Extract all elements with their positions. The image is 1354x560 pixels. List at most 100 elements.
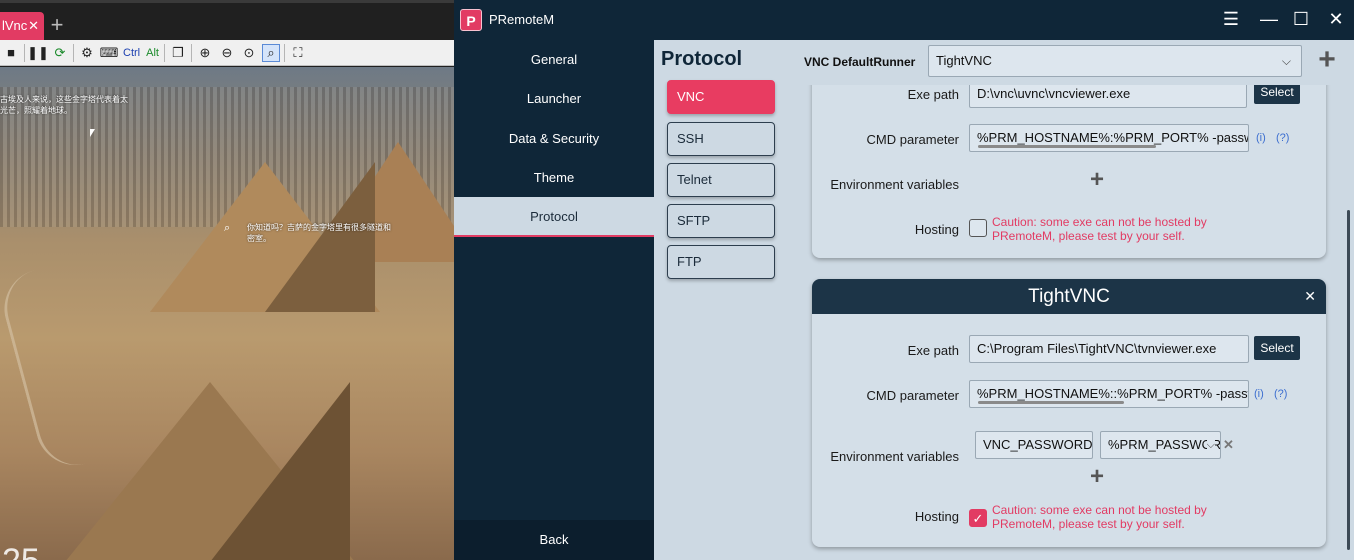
toolbar-divider [163,43,165,62]
chevron-down-icon: ⌵ [1281,54,1291,68]
options-icon[interactable]: ■ [2,44,20,62]
environment-variables-label: Environment variables [830,177,959,192]
protocol-title: Protocol [661,48,743,70]
settings-nav: General Launcher Data & Security Theme P… [454,40,654,560]
remove-env-variable-icon[interactable]: ✕ [1223,437,1234,453]
zoom-in-icon[interactable]: ⊕ [196,44,214,62]
environment-variables-label: Environment variables [830,449,959,464]
desktop-caption-1-line1: 古埃及人来说，这些金字塔代表着太 [0,95,128,104]
premotem-window: P PRemoteM ☰ — ☐ ✕ General Launcher Data… [454,0,1354,560]
select-exe-button[interactable]: Select [1254,336,1300,360]
clipboard-icon[interactable]: ❐ [169,44,187,62]
desktop-caption-2-line1: 你知道吗？吉萨的金字塔里有很多隧道和 [247,223,391,232]
refresh-icon[interactable]: ⟳ [51,44,69,62]
ctrl-key-button[interactable]: Ctrl [122,44,141,62]
desktop-caption-2-line2: 密室。 [247,234,271,243]
protocol-vnc-button[interactable]: VNC [667,80,775,114]
default-runner-select[interactable]: TightVNC ⌵ [928,45,1302,77]
remote-desktop-view[interactable]: 古埃及人来说，这些金字塔代表着太 光芒，照耀着地球。 ⌕ 你知道吗？吉萨的金字塔… [0,67,454,560]
screen: lVnc ✕ + ■ ❚❚ ⟳ ⚙ ⌨ Ctrl Alt ❐ ⊕ ⊖ ⊙ ⌕ ⛶ [0,0,1354,560]
exe-path-field[interactable]: C:\Program Files\TightVNC\tvnviewer.exe [969,335,1249,363]
zoom-out-icon[interactable]: ⊖ [218,44,236,62]
back-button[interactable]: Back [454,520,654,560]
hosting-label: Hosting [914,509,959,524]
desktop-caption-2: 你知道吗？吉萨的金字塔里有很多隧道和 密室。 [247,222,391,244]
close-icon[interactable]: ✕ [1325,8,1347,30]
vnc-tab-label: lVnc [2,18,28,33]
maximize-icon[interactable]: ☐ [1290,8,1312,30]
runner-name: TightVNC [1028,286,1110,307]
env-value: %PRM_PASSWORD% [1108,437,1221,452]
mouse-cursor-icon [90,129,95,137]
cmd-parameter-value: %PRM_HOSTNAME%::%PRM_PORT% -password [977,386,1249,401]
pause-icon[interactable]: ❚❚ [27,44,49,62]
info-icon[interactable]: (i) [1254,388,1264,400]
hosting-caution-line2: PRemoteM, please test by your self. [992,229,1185,243]
protocol-settings-panel: Exe path D:\vnc\uvnc\vncviewer.exe Selec… [788,40,1354,560]
toolbar-divider [24,43,25,62]
env-value-select[interactable]: %PRM_PASSWORD% ⌵ [1100,431,1221,459]
protocol-ssh-button[interactable]: SSH [667,122,775,156]
cmd-parameter-label: CMD parameter [866,132,959,147]
protocol-ftp-button[interactable]: FTP [667,245,775,279]
nav-item-launcher[interactable]: Launcher [454,79,654,119]
default-runner-label: VNC DefaultRunner [804,55,916,69]
menu-icon[interactable]: ☰ [1220,8,1242,30]
hosting-checkbox[interactable]: ✓ [969,509,987,527]
hosting-caution: Caution: some exe can not be hosted by P… [992,215,1242,243]
zoom-fit-icon[interactable]: ⌕ [261,43,280,62]
field-scrollbar[interactable] [978,145,1156,148]
runner-card-header: TightVNC ✕ [812,279,1326,314]
nav-item-protocol[interactable]: Protocol [454,197,654,237]
desktop-caption-1-line2: 光芒，照耀着地球。 [0,106,72,115]
add-env-variable-icon[interactable]: + [1090,465,1104,489]
nav-item-data-security[interactable]: Data & Security [454,119,654,159]
nav-item-general[interactable]: General [454,40,654,80]
protocol-sftp-button[interactable]: SFTP [667,204,775,238]
info-icon[interactable]: (i) [1256,132,1266,144]
app-logo-icon: P [460,9,482,31]
hosting-caution-line1: Caution: some exe can not be hosted by [992,215,1207,229]
fullscreen-icon[interactable]: ⛶ [289,44,307,62]
field-scrollbar[interactable] [978,401,1124,404]
protocol-list: Protocol VNC SSH Telnet SFTP FTP [654,40,788,560]
remove-runner-icon[interactable]: ✕ [1304,279,1316,314]
add-runner-icon[interactable]: + [1314,45,1340,75]
toolbar-divider [283,43,285,62]
close-tab-icon[interactable]: ✕ [28,12,39,40]
search-icon[interactable]: ⌕ [224,222,230,235]
help-icon[interactable]: (?) [1274,388,1287,400]
title-bar: P PRemoteM ☰ — ☐ ✕ [454,0,1354,40]
content-scrollbar[interactable] [1347,210,1350,550]
nav-item-theme[interactable]: Theme [454,158,654,198]
desktop-caption-1: 古埃及人来说，这些金字塔代表着太 光芒，照耀着地球。 [0,94,128,116]
hosting-caution-line2: PRemoteM, please test by your self. [992,517,1185,531]
app-title: PRemoteM [489,12,555,27]
protocol-telnet-button[interactable]: Telnet [667,163,775,197]
cmd-parameter-field[interactable]: %PRM_HOSTNAME%::%PRM_PORT% -password [969,380,1249,408]
hosting-checkbox[interactable] [969,219,987,237]
toolbar-divider [73,43,74,62]
zoom-100-icon[interactable]: ⊙ [240,44,258,62]
cmd-parameter-field[interactable]: %PRM_HOSTNAME%:%PRM_PORT% -password [969,124,1249,152]
exe-path-label: Exe path [907,87,959,102]
runner-card-ultravnc: Exe path D:\vnc\uvnc\vncviewer.exe Selec… [812,60,1326,258]
connection-icon[interactable]: ⚙ [78,44,96,62]
vnc-viewer-window: lVnc ✕ + ■ ❚❚ ⟳ ⚙ ⌨ Ctrl Alt ❐ ⊕ ⊖ ⊙ ⌕ ⛶ [0,0,454,560]
alt-key-button[interactable]: Alt [145,44,160,62]
vnc-toolbar: ■ ❚❚ ⟳ ⚙ ⌨ Ctrl Alt ❐ ⊕ ⊖ ⊙ ⌕ ⛶ [0,40,454,66]
new-tab-icon[interactable]: + [48,12,66,40]
add-env-variable-icon[interactable]: + [1090,168,1104,192]
env-key-field[interactable]: VNC_PASSWORD [975,431,1093,459]
cmd-parameter-value: %PRM_HOSTNAME%:%PRM_PORT% -password [977,130,1249,145]
help-icon[interactable]: (?) [1276,132,1289,144]
keyboard-icon[interactable]: ⌨ [100,44,119,62]
hosting-caution: Caution: some exe can not be hosted by P… [992,503,1242,531]
cmd-parameter-label: CMD parameter [866,388,959,403]
default-runner-value: TightVNC [936,53,992,68]
vnc-session-tab[interactable]: lVnc ✕ [0,12,44,40]
pyramid-front-shadow [210,382,350,560]
hosting-label: Hosting [914,222,959,237]
minimize-icon[interactable]: — [1258,8,1280,30]
hosting-caution-line1: Caution: some exe can not be hosted by [992,503,1207,517]
